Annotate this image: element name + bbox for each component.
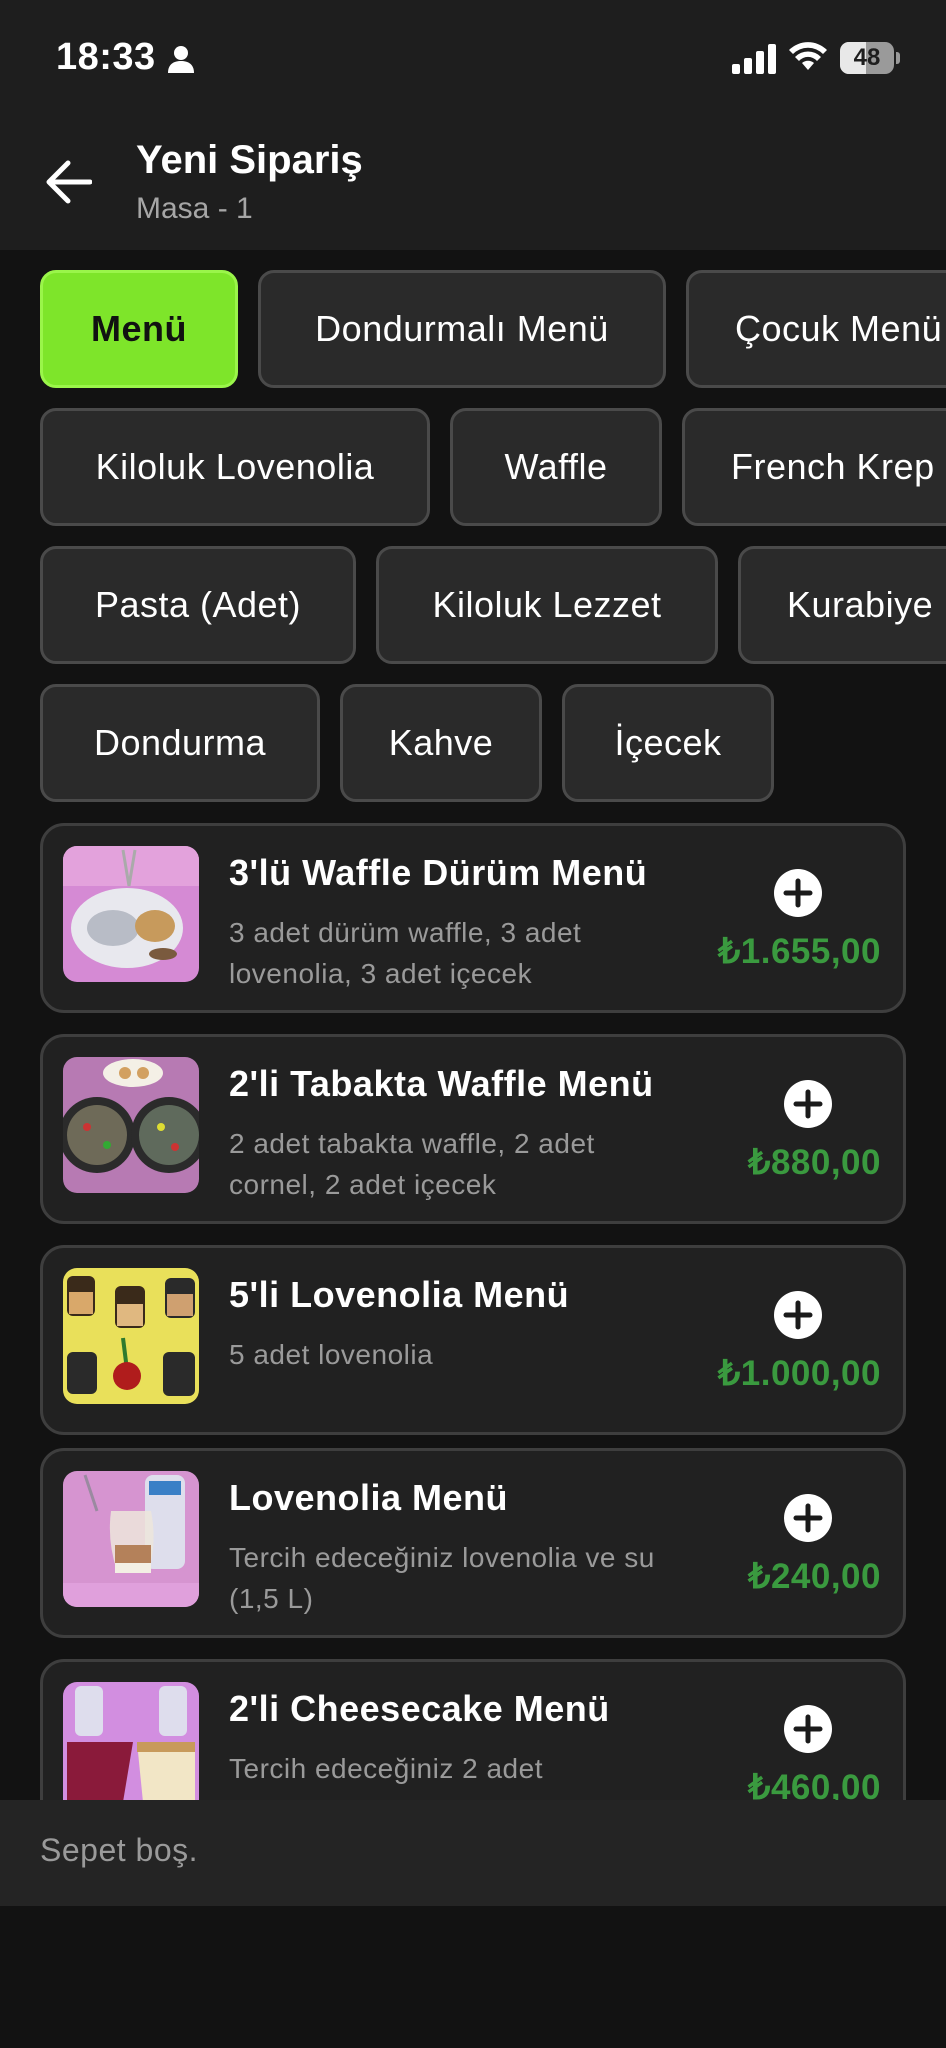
menu-item-card[interactable]: 3'lü Waffle Dürüm Menü 3 adet dürüm waff… <box>40 823 906 1013</box>
app-bar: Yeni Sipariş Masa - 1 <box>0 120 946 250</box>
page-subtitle: Masa - 1 <box>136 192 253 225</box>
wifi-icon <box>789 42 827 70</box>
menu-item-image <box>63 1682 199 1800</box>
chip-dondurma[interactable]: Dondurma <box>40 684 320 802</box>
page-title: Yeni Sipariş <box>136 138 363 182</box>
menu-item-price: ₺460,00 <box>748 1768 881 1800</box>
add-circle-icon[interactable] <box>773 1290 823 1340</box>
add-circle-icon[interactable] <box>783 1493 833 1543</box>
menu-item-description: 5 adet lovenolia <box>229 1339 434 1370</box>
menu-item-title: Lovenolia Menü <box>229 1477 509 1518</box>
menu-item-description: 3 adet dürüm waffle, 3 adet lovenolia, 3… <box>229 917 582 989</box>
menu-item-card[interactable]: 2'li Cheesecake Menü Tercih edeceğiniz 2… <box>40 1659 906 1800</box>
menu-list: 3'lü Waffle Dürüm Menü 3 adet dürüm waff… <box>0 820 946 1800</box>
chip-kurabiye[interactable]: Kurabiye <box>738 546 946 664</box>
chip-waffle[interactable]: Waffle <box>450 408 662 526</box>
signal-icon <box>732 44 776 74</box>
person-icon <box>168 46 194 73</box>
menu-item-card[interactable]: Lovenolia Menü Tercih edeceğiniz lovenol… <box>40 1448 906 1638</box>
menu-item-price: ₺880,00 <box>748 1143 881 1182</box>
chip-kiloluk-lovenolia[interactable]: Kiloluk Lovenolia <box>40 408 430 526</box>
menu-item-title: 5'li Lovenolia Menü <box>229 1274 570 1315</box>
chip-pasta-adet[interactable]: Pasta (Adet) <box>40 546 356 664</box>
chip-cocuk-menu[interactable]: Çocuk Menü <box>686 270 946 388</box>
menu-item-image <box>63 1057 199 1193</box>
menu-item-card[interactable]: 2'li Tabakta Waffle Menü 2 adet tabakta … <box>40 1034 906 1224</box>
menu-item-title: 2'li Cheesecake Menü <box>229 1688 610 1729</box>
menu-item-description: Tercih edeceğiniz 2 adet <box>229 1753 543 1784</box>
menu-item-price: ₺1.655,00 <box>717 932 881 971</box>
add-circle-icon[interactable] <box>773 868 823 918</box>
chip-dondurmali-menu[interactable]: Dondurmalı Menü <box>258 270 666 388</box>
menu-item-title: 2'li Tabakta Waffle Menü <box>229 1063 654 1104</box>
arrow-left-icon[interactable] <box>46 160 92 204</box>
battery-icon: 48 <box>840 42 900 74</box>
chip-icecek[interactable]: İçecek <box>562 684 774 802</box>
add-circle-icon[interactable] <box>783 1704 833 1754</box>
chip-menu[interactable]: Menü <box>40 270 238 388</box>
menu-item-price: ₺240,00 <box>748 1557 881 1596</box>
chip-kiloluk-lezzet[interactable]: Kiloluk Lezzet <box>376 546 718 664</box>
menu-item-title: 3'lü Waffle Dürüm Menü <box>229 852 648 893</box>
battery-text: 48 <box>853 44 881 71</box>
category-chips: Menü Dondurmalı Menü Çocuk Menü Kiloluk … <box>0 250 946 810</box>
chip-kahve[interactable]: Kahve <box>340 684 542 802</box>
menu-item-description: Tercih edeceğiniz lovenolia ve su (1,5 L… <box>229 1542 655 1614</box>
menu-item-image <box>63 1471 199 1607</box>
menu-item-card[interactable]: 5'li Lovenolia Menü 5 adet lovenolia ₺1.… <box>40 1245 906 1435</box>
status-time: 18:33 <box>56 36 156 78</box>
bottom-area <box>0 1906 946 2048</box>
add-circle-icon[interactable] <box>783 1079 833 1129</box>
menu-item-description: 2 adet tabakta waffle, 2 adet cornel, 2 … <box>229 1128 595 1200</box>
cart-bar[interactable]: Sepet boş. <box>0 1800 946 1906</box>
status-bar: 18:33 48 <box>0 0 946 120</box>
chip-french-krep[interactable]: French Krep <box>682 408 946 526</box>
menu-item-price: ₺1.000,00 <box>717 1354 881 1393</box>
cart-empty-text: Sepet boş. <box>40 1832 198 1868</box>
menu-item-image <box>63 846 199 982</box>
menu-item-image <box>63 1268 199 1404</box>
